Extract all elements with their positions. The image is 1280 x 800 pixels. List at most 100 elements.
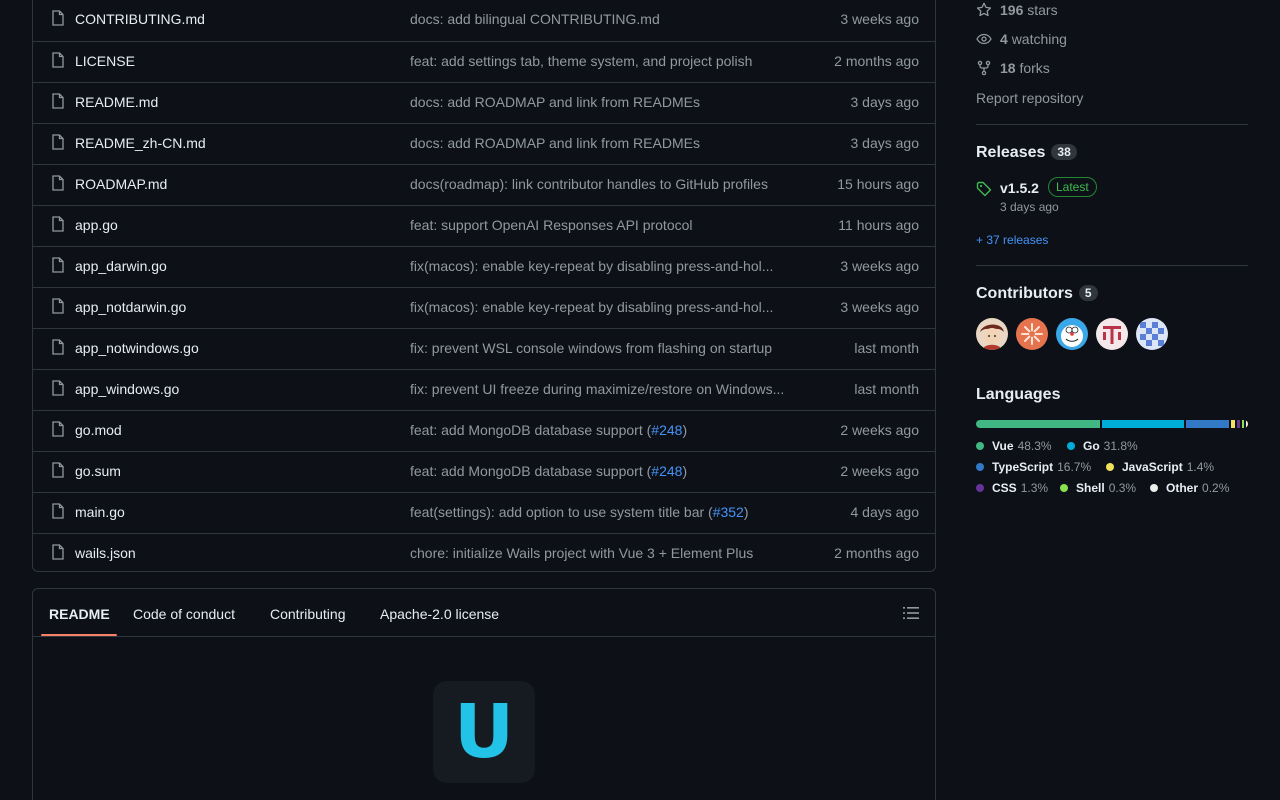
file-name[interactable]: README.md [75, 94, 158, 110]
avatar[interactable] [1096, 318, 1128, 350]
readme-tabs: README Code of conduct Contributing Apac… [33, 589, 935, 637]
divider [976, 265, 1248, 266]
avatar[interactable] [1056, 318, 1088, 350]
css-dot-icon [976, 484, 984, 492]
file-name[interactable]: main.go [75, 504, 125, 520]
contributors-count: 5 [1078, 285, 1098, 301]
file-name[interactable]: README_zh-CN.md [75, 135, 206, 151]
releases-heading[interactable]: Releases 38 [976, 144, 1077, 162]
commit-time: last month [854, 381, 919, 397]
file-icon [52, 421, 64, 437]
file-row[interactable]: CONTRIBUTING.md docs: add bilingual CONT… [33, 0, 935, 41]
language-item[interactable]: Shell 0.3% [1060, 481, 1136, 495]
avatar[interactable] [1136, 318, 1168, 350]
more-releases-link[interactable]: + 37 releases [976, 233, 1048, 247]
file-name[interactable]: app_windows.go [75, 381, 179, 397]
file-icon [52, 134, 64, 150]
commit-message[interactable]: feat: support OpenAI Responses API proto… [410, 217, 802, 233]
commit-message[interactable]: fix: prevent WSL console windows from fl… [410, 340, 802, 356]
tab-readme[interactable]: README [49, 606, 110, 622]
commit-time: 3 weeks ago [840, 299, 919, 315]
file-name[interactable]: app_darwin.go [75, 258, 167, 274]
file-row[interactable]: app_darwin.go fix(macos): enable key-rep… [33, 246, 935, 287]
commit-message[interactable]: docs(roadmap): link contributor handles … [410, 176, 802, 192]
commit-time: 15 hours ago [837, 176, 919, 192]
go-dot-icon [1067, 442, 1075, 450]
tab-license[interactable]: Apache-2.0 license [380, 606, 499, 622]
file-name[interactable]: app_notdarwin.go [75, 299, 186, 315]
contributors-heading[interactable]: Contributors 5 [976, 285, 1098, 303]
project-logo: U [433, 681, 535, 783]
table-of-contents-icon[interactable] [903, 606, 919, 620]
commit-message[interactable]: feat: add MongoDB database support (#248… [410, 463, 802, 479]
file-name[interactable]: app.go [75, 217, 118, 233]
tag-icon [976, 181, 992, 197]
file-icon [52, 339, 64, 355]
commit-message[interactable]: docs: add ROADMAP and link from READMEs [410, 94, 802, 110]
file-row[interactable]: wails.json chore: initialize Wails proje… [33, 533, 935, 574]
latest-badge: Latest [1048, 177, 1097, 197]
divider [976, 124, 1248, 125]
file-name[interactable]: go.sum [75, 463, 121, 479]
file-row[interactable]: app_notwindows.go fix: prevent WSL conso… [33, 328, 935, 369]
file-row[interactable]: LICENSE feat: add settings tab, theme sy… [33, 41, 935, 82]
pr-link[interactable]: #352 [713, 504, 744, 520]
file-name[interactable]: app_notwindows.go [75, 340, 199, 356]
file-row[interactable]: README_zh-CN.md docs: add ROADMAP and li… [33, 123, 935, 164]
language-bar-segment [976, 420, 1101, 428]
eye-icon [976, 33, 992, 45]
language-item[interactable]: Vue 48.3% [976, 439, 1052, 453]
file-row[interactable]: README.md docs: add ROADMAP and link fro… [33, 82, 935, 123]
language-item[interactable]: JavaScript 1.4% [1106, 460, 1214, 474]
tab-code-of-conduct[interactable]: Code of conduct [133, 606, 235, 622]
commit-message[interactable]: chore: initialize Wails project with Vue… [410, 545, 802, 561]
language-item[interactable]: CSS 1.3% [976, 481, 1048, 495]
commit-time: 2 weeks ago [840, 422, 919, 438]
language-bar-segment [1102, 420, 1185, 428]
file-name[interactable]: wails.json [75, 545, 136, 561]
file-name[interactable]: go.mod [75, 422, 122, 438]
language-bar-segment [1242, 420, 1245, 428]
file-row[interactable]: app_notdarwin.go fix(macos): enable key-… [33, 287, 935, 328]
report-repository-link[interactable]: Report repository [976, 90, 1083, 106]
commit-message[interactable]: docs: add ROADMAP and link from READMEs [410, 135, 802, 151]
file-name[interactable]: LICENSE [75, 53, 135, 69]
language-bar-segment [1246, 420, 1248, 428]
file-row[interactable]: go.sum feat: add MongoDB database suppor… [33, 451, 935, 492]
file-row[interactable]: main.go feat(settings): add option to us… [33, 492, 935, 533]
file-row[interactable]: go.mod feat: add MongoDB database suppor… [33, 410, 935, 451]
language-bar-segment [1231, 420, 1235, 428]
commit-message[interactable]: feat: add settings tab, theme system, an… [410, 53, 802, 69]
pr-link[interactable]: #248 [651, 463, 682, 479]
commit-message[interactable]: docs: add bilingual CONTRIBUTING.md [410, 11, 802, 27]
language-item[interactable]: Other 0.2% [1150, 481, 1229, 495]
file-icon [52, 93, 64, 109]
commit-message[interactable]: fix: prevent UI freeze during maximize/r… [410, 381, 802, 397]
file-list: CONTRIBUTING.md docs: add bilingual CONT… [32, 0, 936, 572]
vue-dot-icon [976, 442, 984, 450]
other-dot-icon [1150, 484, 1158, 492]
language-item[interactable]: Go 31.8% [1067, 439, 1138, 453]
file-icon [52, 175, 64, 191]
commit-time: 3 days ago [850, 94, 920, 110]
file-icon [52, 257, 64, 273]
file-name[interactable]: CONTRIBUTING.md [75, 11, 205, 27]
file-icon [52, 462, 64, 478]
javascript-dot-icon [1106, 463, 1114, 471]
pr-link[interactable]: #248 [651, 422, 682, 438]
release-time: 3 days ago [1000, 200, 1059, 214]
file-icon [52, 544, 64, 560]
tab-contributing[interactable]: Contributing [270, 606, 346, 622]
commit-message[interactable]: fix(macos): enable key-repeat by disabli… [410, 258, 802, 274]
avatar[interactable] [1016, 318, 1048, 350]
file-row[interactable]: ROADMAP.md docs(roadmap): link contribut… [33, 164, 935, 205]
file-row[interactable]: app_windows.go fix: prevent UI freeze du… [33, 369, 935, 410]
commit-message[interactable]: feat(settings): add option to use system… [410, 504, 802, 520]
file-name[interactable]: ROADMAP.md [75, 176, 167, 192]
language-item[interactable]: TypeScript 16.7% [976, 460, 1091, 474]
release-version[interactable]: v1.5.2 [1000, 180, 1039, 196]
file-row[interactable]: app.go feat: support OpenAI Responses AP… [33, 205, 935, 246]
commit-message[interactable]: fix(macos): enable key-repeat by disabli… [410, 299, 802, 315]
commit-message[interactable]: feat: add MongoDB database support (#248… [410, 422, 802, 438]
avatar[interactable] [976, 318, 1008, 350]
